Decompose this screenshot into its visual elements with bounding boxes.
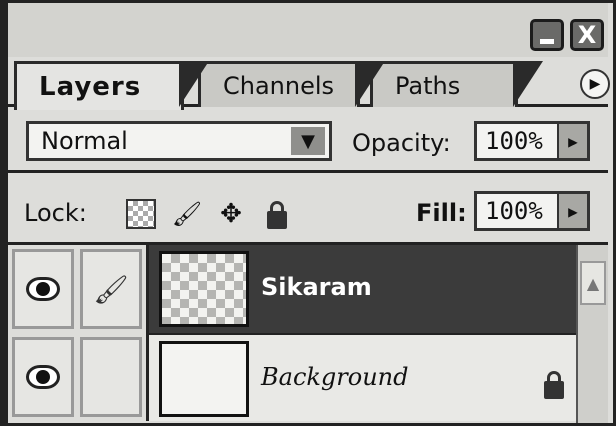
lock-move-icon[interactable]: ✥ [216, 199, 246, 229]
brush-icon: 🖌 [93, 272, 129, 306]
tab-layers[interactable]: Layers [14, 61, 209, 110]
layer-item[interactable]: Background [146, 333, 576, 421]
layers-list: 🖌 Sikaram Background ▲ [8, 245, 608, 423]
lock-all-icon[interactable] [262, 199, 292, 229]
blend-row: Normal ▼ Opacity: 100% ▶ [8, 107, 608, 173]
chevron-down-icon[interactable]: ▼ [291, 127, 325, 155]
fill-field[interactable]: 100% ▶ [474, 191, 590, 231]
layers-panel: X Layers Channels Paths ▶ Normal ▼ Opaci… [0, 0, 616, 426]
play-right-icon: ▶ [589, 76, 601, 92]
layer-item-selected[interactable]: Sikaram [146, 245, 576, 333]
blend-mode-value: Normal [41, 127, 128, 155]
layer-name: Background [261, 363, 409, 391]
fill-value: 100% [485, 197, 543, 225]
lock-paint-icon[interactable]: 🖌 [172, 199, 202, 229]
tab-bar: Layers Channels Paths ▶ [8, 57, 610, 110]
tab-paths[interactable]: Paths [370, 61, 543, 107]
minimize-icon [540, 38, 554, 44]
tab-label: Layers [39, 72, 142, 102]
fill-slider-button[interactable]: ▶ [557, 194, 587, 228]
title-bar: X [8, 3, 608, 57]
opacity-label: Opacity: [352, 129, 451, 157]
lock-row: Lock: 🖌 ✥ Fill: 100% ▶ [8, 173, 608, 245]
fill-label: Fill: [416, 199, 467, 227]
close-icon: X [577, 21, 597, 49]
blend-mode-select[interactable]: Normal ▼ [26, 121, 332, 161]
lock-transparency-icon[interactable] [126, 199, 156, 229]
layer-row[interactable]: Background [8, 333, 576, 421]
opacity-value: 100% [485, 127, 543, 155]
panel-menu-button[interactable]: ▶ [580, 69, 610, 99]
layer-thumbnail [159, 341, 249, 417]
visibility-toggle[interactable] [12, 337, 74, 417]
eye-icon [26, 365, 60, 389]
tab-channels[interactable]: Channels [198, 61, 385, 107]
minimize-button[interactable] [530, 19, 564, 51]
tab-label: Paths [395, 71, 461, 100]
lock-label: Lock: [24, 199, 87, 227]
opacity-slider-button[interactable]: ▶ [557, 124, 587, 158]
close-button[interactable]: X [570, 19, 604, 51]
tab-label: Channels [223, 71, 335, 100]
eye-icon [26, 277, 60, 301]
opacity-field[interactable]: 100% ▶ [474, 121, 590, 161]
scrollbar[interactable]: ▲ [576, 245, 608, 423]
link-toggle[interactable] [80, 337, 142, 417]
lock-icon [539, 369, 569, 399]
layer-thumbnail [159, 251, 249, 327]
layer-row[interactable]: 🖌 Sikaram [8, 245, 576, 333]
link-toggle[interactable]: 🖌 [80, 249, 142, 329]
layer-name: Sikaram [261, 273, 372, 301]
scroll-up-button[interactable]: ▲ [580, 261, 606, 305]
visibility-toggle[interactable] [12, 249, 74, 329]
